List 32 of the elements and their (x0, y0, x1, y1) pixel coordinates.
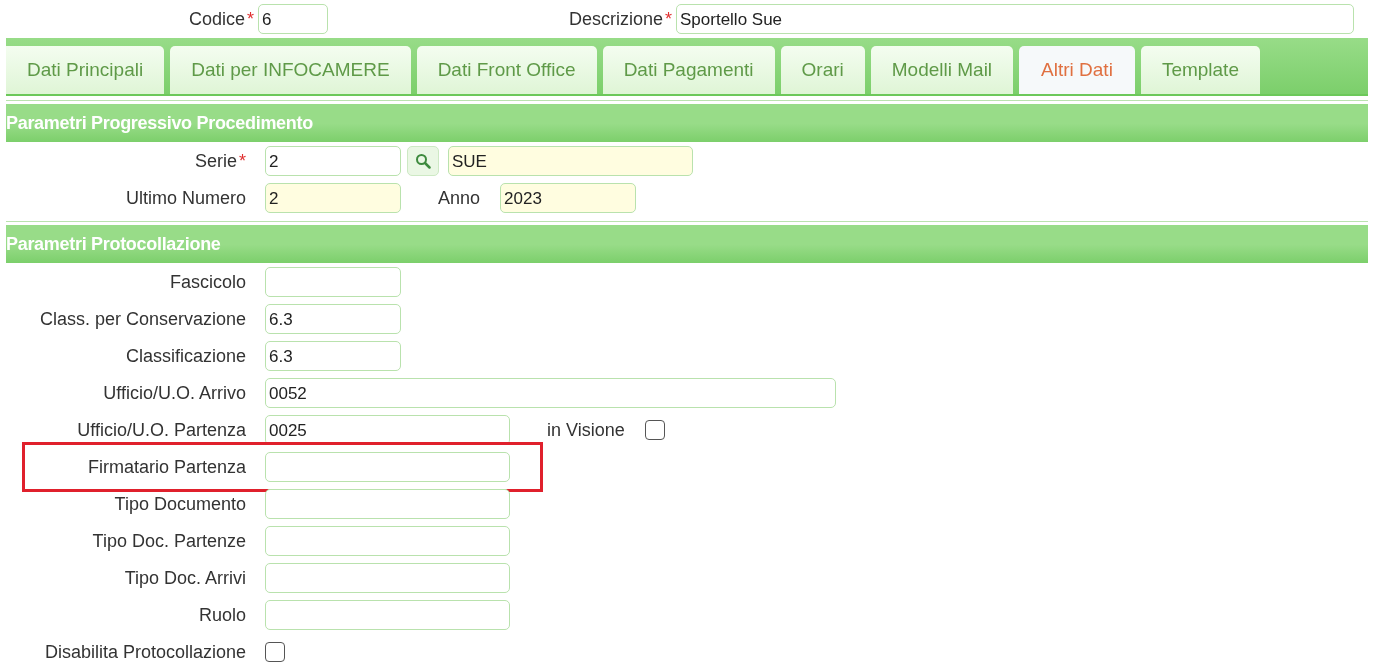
input-field[interactable]: 2 (265, 183, 401, 213)
field-label: Ultimo Numero (125, 187, 246, 209)
input-field[interactable]: 6 (258, 4, 328, 34)
field-label: Firmatario Partenza (87, 456, 246, 478)
section-header: Parametri Progressivo Procedimento (6, 100, 1368, 142)
input-field[interactable]: 2023 (500, 183, 637, 213)
section-header: Parametri Protocollazione (6, 221, 1368, 263)
field-label: Ufficio/U.O. Arrivo (103, 382, 246, 404)
field-label: Disabilita Protocollazione (44, 641, 246, 663)
field-label: Fascicolo (169, 271, 246, 293)
field-label: in Visione (547, 419, 625, 441)
required-mark: * (247, 8, 254, 30)
field-label: Classificazione (125, 345, 246, 367)
input-field[interactable]: 2 (265, 146, 401, 176)
input-field[interactable]: 0025 (265, 415, 510, 445)
field-label: Anno (438, 187, 481, 209)
field-label: Codice (188, 8, 245, 30)
input-field[interactable]: Sportello Sue (676, 4, 1354, 34)
field-label: Ruolo (198, 604, 246, 626)
field-label: Descrizione (568, 8, 663, 30)
input-field[interactable]: 0052 (265, 378, 836, 408)
input-field[interactable]: 6.3 (265, 341, 401, 371)
input-field[interactable]: 6.3 (265, 304, 401, 334)
field-label: Class. per Conservazione (39, 308, 246, 330)
field-label: Tipo Documento (114, 493, 246, 515)
required-mark: * (239, 150, 246, 172)
required-mark: * (665, 8, 672, 30)
field-label: Tipo Doc. Partenze (92, 530, 246, 552)
field-label: Serie (194, 150, 237, 172)
field-label: Tipo Doc. Arrivi (124, 567, 246, 589)
field-label: Ufficio/U.O. Partenza (77, 419, 246, 441)
input-field[interactable]: SUE (448, 146, 693, 176)
